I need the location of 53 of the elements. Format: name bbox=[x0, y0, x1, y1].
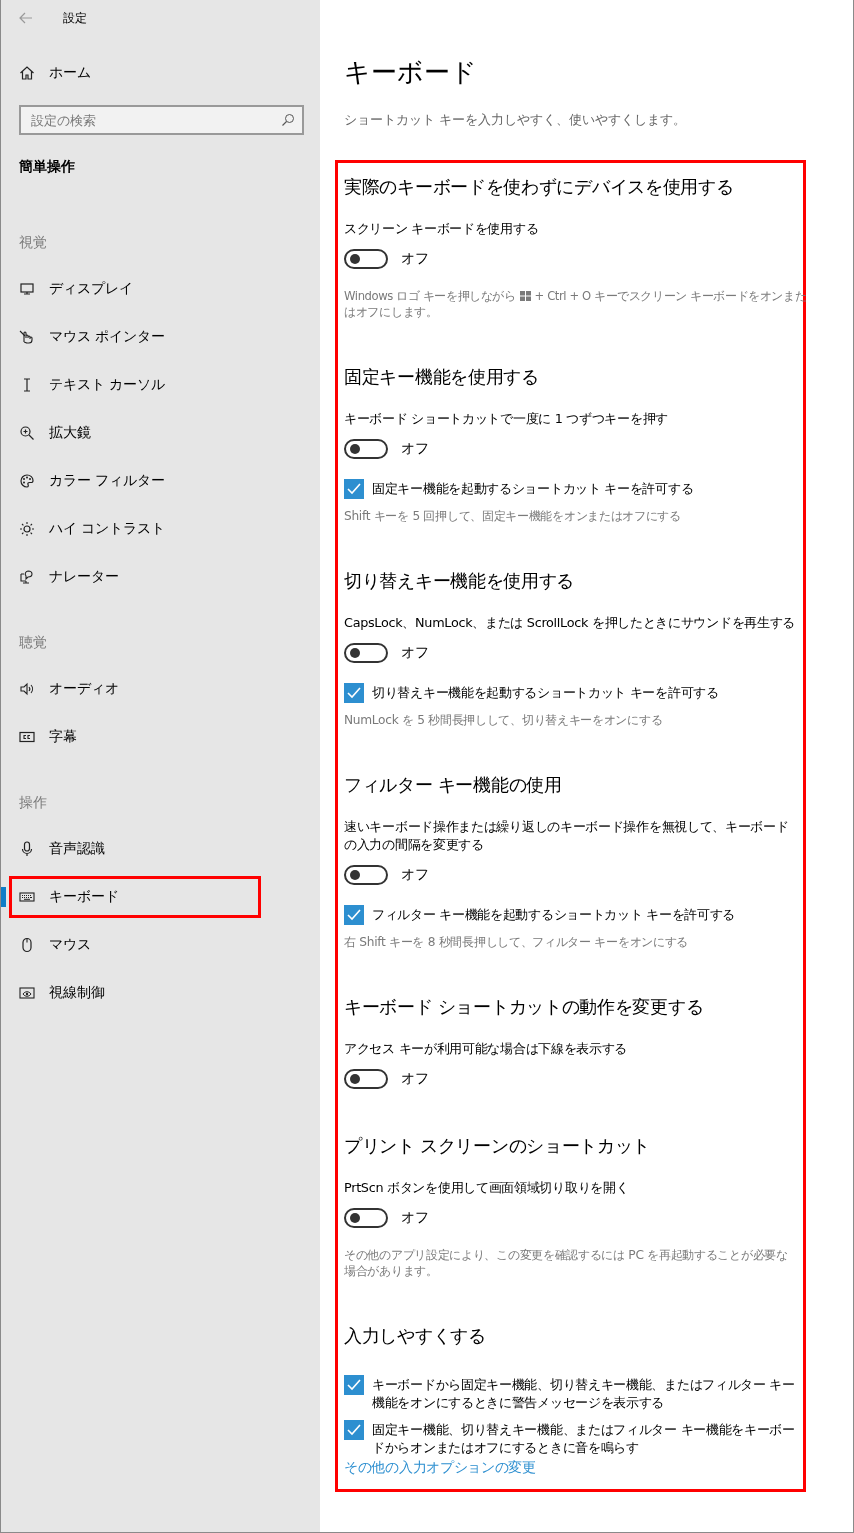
page-title: キーボード bbox=[344, 56, 477, 89]
window-title: 設定 bbox=[63, 9, 87, 27]
group-heading: 視覚 bbox=[19, 233, 48, 252]
checkbox-label: 固定キー機能を起動するショートカット キーを許可する bbox=[372, 480, 694, 498]
options-link[interactable]: その他の入力オプションの変更 bbox=[344, 1459, 536, 1475]
nav-item[interactable]: オーディオ bbox=[1, 665, 320, 713]
checkbox-label: フィルター キー機能を起動するショートカット キーを許可する bbox=[372, 906, 736, 924]
description-text: NumLock を 5 秒間長押しして、切り替えキーをオンにする bbox=[344, 712, 664, 728]
nav-item[interactable]: マウス ポインター bbox=[1, 313, 320, 361]
section-heading: プリント スクリーンのショートカット bbox=[344, 1135, 652, 1158]
section-heading: 切り替えキー機能を使用する bbox=[344, 570, 576, 593]
nav-item[interactable]: ハイ コントラスト bbox=[1, 505, 320, 553]
nav-item[interactable]: 視線制御 bbox=[1, 969, 320, 1017]
section-heading: 固定キー機能を使用する bbox=[344, 366, 540, 389]
description-text: 右 Shift キーを 8 秒間長押しして、フィルター キーをオンにする bbox=[344, 934, 690, 950]
description-text: Windows ロゴ キーを押しながら bbox=[344, 288, 516, 304]
checkbox-label: 固定キー機能、切り替えキー機能、またはフィルター キー機能をキーボードからオンまたはオフにするときに音を鳴らす bbox=[372, 1421, 796, 1457]
nav-item[interactable]: キーボード bbox=[1, 873, 320, 921]
checkbox-label: キーボードから固定キー機能、切り替えキー機能、またはフィルター キー機能をオンにするときに警告メッセージを表示する bbox=[372, 1376, 796, 1412]
description-text: その他のアプリ設定により、この変更を確認するには PC を再起動することが必要な場合があります。 bbox=[344, 1247, 789, 1279]
section-heading: フィルター キー機能の使用 bbox=[344, 774, 563, 797]
nav-item[interactable]: 拡大鏡 bbox=[1, 409, 320, 457]
checkbox-label: 切り替えキー機能を起動するショートカット キーを許可する bbox=[372, 684, 719, 702]
setting-label: CapsLock、NumLock、または ScrollLock を押したときにサウンドを再生する bbox=[344, 614, 797, 632]
section-heading: キーボード ショートカットの動作を変更する bbox=[344, 996, 705, 1019]
toggle-state: オフ bbox=[401, 440, 429, 458]
group-heading: 操作 bbox=[19, 793, 48, 812]
section-heading: 実際のキーボードを使わずにデバイスを使用する bbox=[344, 176, 735, 199]
nav-item[interactable]: マウス bbox=[1, 921, 320, 969]
home-item[interactable]: ホーム bbox=[1, 49, 320, 97]
nav-item[interactable]: テキスト カーソル bbox=[1, 361, 320, 409]
setting-label: PrtScn ボタンを使用して画面領域切り取りを開く bbox=[344, 1179, 630, 1197]
setting-label: スクリーン キーボードを使用する bbox=[344, 220, 540, 238]
search-field[interactable]: 設定の検索 bbox=[19, 105, 304, 135]
setting-label: 速いキーボード操作または繰り返しのキーボード操作を無視して、キーボードの入力の間隔を変更する bbox=[344, 818, 790, 854]
section-heading: 入力しやすくする bbox=[344, 1325, 487, 1348]
group-heading: 聴覚 bbox=[19, 633, 48, 652]
nav-item[interactable]: 字幕 bbox=[1, 713, 320, 761]
setting-label: アクセス キーが利用可能な場合は下線を表示する bbox=[344, 1040, 629, 1058]
page-subtitle: ショートカット キーを入力しやすく、使いやすくします。 bbox=[344, 111, 686, 129]
toggle-state: オフ bbox=[401, 1070, 429, 1088]
nav-item[interactable]: 音声認識 bbox=[1, 825, 320, 873]
toggle-state: オフ bbox=[401, 1209, 429, 1227]
nav-item[interactable]: ナレーター bbox=[1, 553, 320, 601]
description-text: Shift キーを 5 回押して、固定キー機能をオンまたはオフにする bbox=[344, 508, 682, 524]
nav-item[interactable]: ディスプレイ bbox=[1, 265, 320, 313]
category-title: 簡単操作 bbox=[19, 157, 76, 176]
toggle-state: オフ bbox=[401, 250, 429, 268]
description-text: はオフにします。 bbox=[344, 304, 439, 320]
setting-label: キーボード ショートカットで一度に 1 つずつキーを押す bbox=[344, 410, 669, 428]
toggle-state: オフ bbox=[401, 644, 429, 662]
toggle-state: オフ bbox=[401, 866, 429, 884]
nav-item[interactable]: カラー フィルター bbox=[1, 457, 320, 505]
